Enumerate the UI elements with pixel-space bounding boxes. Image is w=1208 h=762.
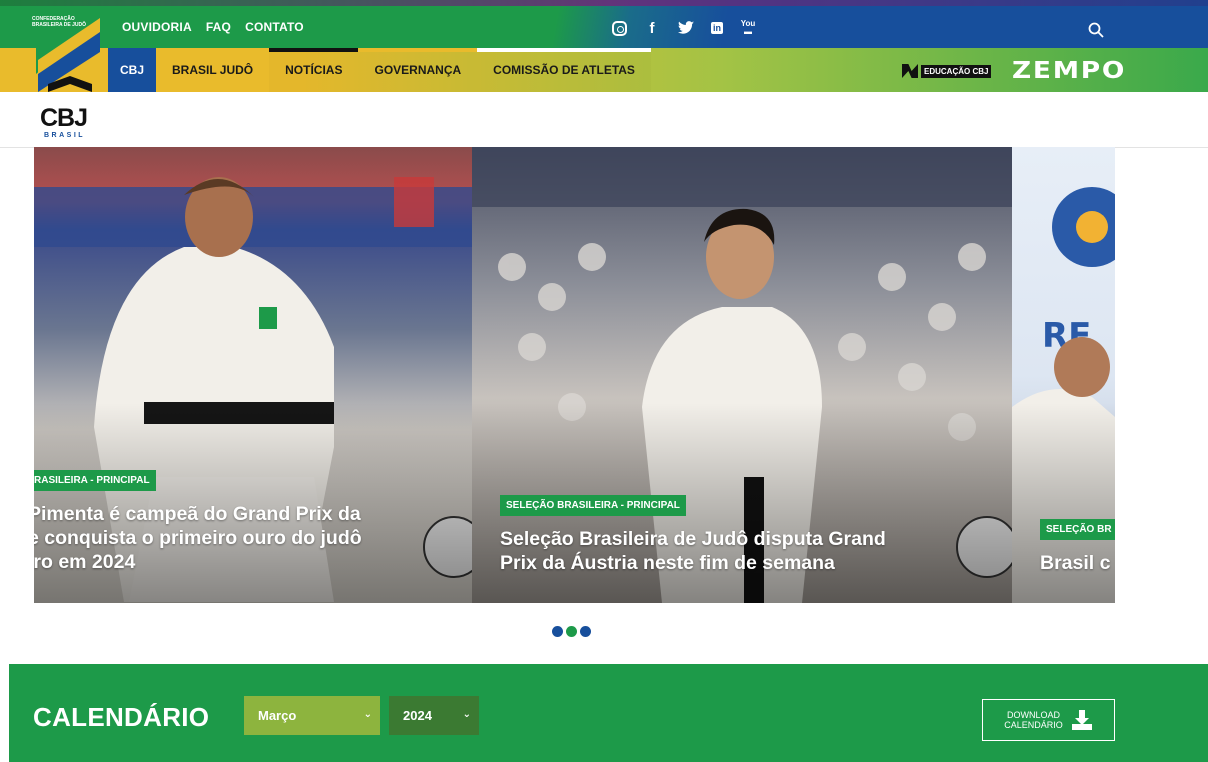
slide-3-category-tag[interactable]: SELEÇÃO BR	[1040, 519, 1115, 540]
cbj-logo[interactable]: CONFEDERAÇÃO BRASILEIRA DE JUDÔ CBJ BRAS…	[30, 12, 104, 142]
linkedin-icon[interactable]: in	[711, 22, 723, 34]
youtube-icon[interactable]: You ▬	[739, 19, 757, 37]
faq-link[interactable]: FAQ	[206, 20, 231, 34]
main-nav: CBJ BRASIL JUDÔ NOTÍCIAS GOVERNANÇA COMI…	[0, 48, 1208, 92]
ouvidoria-link[interactable]: OUVIDORIA	[122, 20, 192, 34]
carousel-slide-3[interactable]: RE SELEÇÃO BR Brasil c	[1012, 147, 1115, 603]
zempo-logo[interactable]: ZEMPO	[1012, 58, 1126, 84]
nav-item-comissao-atletas[interactable]: COMISSÃO DE ATLETAS	[477, 48, 651, 92]
slide-1-category-tag[interactable]: RASILEIRA - PRINCIPAL	[34, 470, 156, 491]
carousel-dot-1[interactable]	[552, 626, 563, 637]
educacao-mark-icon	[902, 64, 918, 78]
carousel-slide-1[interactable]: RASILEIRA - PRINCIPAL Pimenta é campeã d…	[34, 147, 472, 603]
calendar-section: CALENDÁRIO Março ⌄ 2024 ⌄ DOWNLOAD CALEN…	[9, 664, 1208, 762]
social-links: f in You ▬	[612, 19, 757, 37]
slide-3-title[interactable]: Brasil c	[1040, 551, 1110, 575]
cbj-full-name: CONFEDERAÇÃO BRASILEIRA DE JUDÔ	[32, 16, 86, 28]
nav-item-cbj[interactable]: CBJ	[108, 48, 157, 92]
brasil-logo-text: BRASIL	[44, 132, 86, 139]
nav-item-governanca[interactable]: GOVERNANÇA	[358, 48, 477, 92]
download-icon	[1071, 710, 1092, 730]
carousel-dot-2[interactable]	[566, 626, 577, 637]
carousel-slide-2[interactable]: SELEÇÃO BRASILEIRA - PRINCIPAL Seleção B…	[472, 147, 1012, 603]
nav-item-noticias[interactable]: NOTÍCIAS	[269, 48, 359, 92]
top-links: OUVIDORIA FAQ CONTATO	[122, 20, 304, 34]
cbj-logo-text: CBJ	[40, 104, 88, 132]
calendar-label: CALENDÁRIO	[1004, 720, 1063, 730]
year-select-value: 2024	[403, 708, 432, 723]
educacao-cbj-logo[interactable]: EDUCAÇÃO CBJ	[902, 64, 992, 78]
twitter-icon[interactable]	[677, 19, 695, 37]
download-calendar-button[interactable]: DOWNLOAD CALENDÁRIO	[982, 699, 1115, 741]
top-bar: OUVIDORIA FAQ CONTATO f in You ▬	[0, 0, 1208, 48]
slide-2-title[interactable]: Seleção Brasileira de Judô disputa Grand…	[500, 527, 886, 575]
nav-item-brasil-judo[interactable]: BRASIL JUDÔ	[156, 48, 269, 92]
carousel-dots	[552, 626, 591, 637]
month-select[interactable]: Março ⌄	[244, 696, 380, 735]
download-label: DOWNLOAD	[1006, 710, 1060, 720]
carousel-dot-3[interactable]	[580, 626, 591, 637]
chevron-down-icon: ⌄	[462, 709, 471, 720]
search-icon[interactable]	[1088, 22, 1104, 38]
year-select[interactable]: 2024 ⌄	[389, 696, 479, 735]
instagram-icon[interactable]	[612, 20, 627, 36]
educacao-cbj-label: EDUCAÇÃO CBJ	[921, 64, 992, 78]
chevron-down-icon: ⌄	[363, 709, 372, 720]
slide-1-title[interactable]: Pimenta é campeã do Grand Prix da e conq…	[34, 502, 362, 574]
month-select-value: Março	[258, 708, 297, 723]
facebook-icon[interactable]: f	[643, 19, 661, 37]
news-carousel: RASILEIRA - PRINCIPAL Pimenta é campeã d…	[34, 147, 1115, 603]
calendar-title: CALENDÁRIO	[33, 702, 210, 732]
contato-link[interactable]: CONTATO	[245, 20, 304, 34]
slide-2-category-tag[interactable]: SELEÇÃO BRASILEIRA - PRINCIPAL	[500, 495, 686, 516]
nav-items: CBJ BRASIL JUDÔ NOTÍCIAS GOVERNANÇA COMI…	[108, 48, 651, 92]
